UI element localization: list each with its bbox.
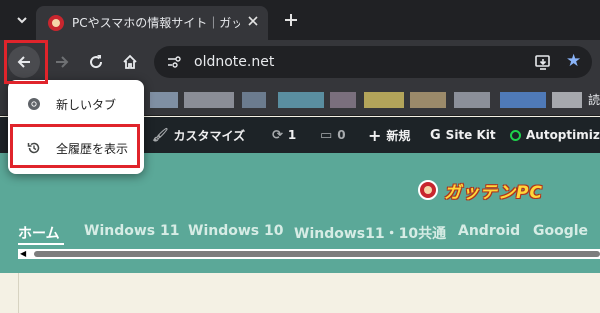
active-menu-underline — [18, 243, 64, 245]
plus-icon: + — [368, 125, 382, 145]
comments-count: 0 — [337, 128, 346, 142]
admin-bar-customize[interactable]: 🖌 カスタマイズ — [152, 117, 245, 153]
admin-bar-new[interactable]: + 新規 — [368, 117, 410, 153]
url-text[interactable]: oldnote.net — [194, 53, 274, 71]
bookmark-item[interactable] — [364, 92, 404, 108]
site-kit-label: Site Kit — [445, 128, 496, 142]
logo-text: ガッテンPC — [444, 182, 543, 203]
browser-toolbar: oldnote.net ★ — [0, 40, 600, 84]
bookmark-item[interactable] — [184, 92, 234, 108]
forward-button[interactable] — [46, 46, 78, 78]
content-divider — [18, 273, 19, 313]
address-bar[interactable]: oldnote.net ★ — [154, 46, 592, 78]
back-button-highlight — [4, 40, 48, 84]
page-content — [0, 273, 600, 313]
bookmark-item[interactable] — [330, 92, 356, 108]
menu-item-windows10[interactable]: Windows 10 — [188, 223, 283, 239]
history-item-new-tab[interactable]: 新しいタブ — [8, 86, 144, 122]
arrow-right-icon — [56, 56, 69, 68]
home-button[interactable] — [114, 46, 146, 78]
new-tab-button[interactable] — [280, 9, 302, 31]
full-history-highlight — [10, 124, 140, 168]
home-icon — [123, 54, 137, 69]
site-info-icon[interactable] — [166, 54, 182, 70]
customize-label: カスタマイズ — [173, 128, 246, 143]
tab-close-button[interactable] — [244, 14, 262, 32]
bookmark-item[interactable] — [410, 92, 446, 108]
bookmark-item[interactable] — [552, 92, 582, 108]
history-item-label: 新しいタブ — [56, 97, 117, 112]
brush-icon: 🖌 — [152, 127, 169, 143]
bookmark-item[interactable] — [242, 92, 266, 108]
menu-horizontal-scrollbar[interactable]: ◀ — [18, 249, 600, 259]
status-circle-icon — [510, 129, 521, 141]
menu-item-windows-common[interactable]: Windows11・10共通 — [294, 223, 446, 243]
site-nav-menu: ホーム Windows 11 Windows 10 Windows11・10共通… — [0, 221, 600, 245]
menu-item-windows11[interactable]: Windows 11 — [84, 223, 179, 239]
google-g-icon: G — [430, 127, 441, 143]
plus-icon — [285, 14, 297, 26]
autoptimize-label: Autoptimize — [526, 128, 600, 142]
site-favicon-icon — [48, 15, 64, 31]
chevron-down-icon — [17, 17, 27, 24]
update-icon: ⟳ — [272, 127, 283, 143]
new-label: 新規 — [386, 128, 411, 143]
menu-item-home[interactable]: ホーム — [18, 223, 60, 243]
admin-bar-autoptimize[interactable]: Autoptimize — [510, 117, 600, 153]
bookmark-item-label[interactable]: 読 — [588, 91, 600, 108]
scroll-left-icon[interactable]: ◀ — [20, 250, 26, 258]
tab-title: PCやスマホの情報サイト｜ガッテンPC — [72, 16, 240, 30]
tab-strip: PCやスマホの情報サイト｜ガッテンPC — [0, 0, 600, 40]
active-tab[interactable]: PCやスマホの情報サイト｜ガッテンPC — [36, 6, 268, 40]
admin-bar-updates[interactable]: ⟳ 1 — [272, 117, 296, 153]
menu-item-android[interactable]: Android — [458, 223, 520, 239]
menu-item-google[interactable]: Google — [533, 223, 588, 239]
comment-icon: ▭ — [320, 127, 333, 143]
scrollbar-thumb[interactable] — [34, 251, 600, 257]
bookmark-item[interactable] — [454, 92, 490, 108]
admin-bar-comments[interactable]: ▭ 0 — [320, 117, 346, 153]
bookmark-item[interactable] — [150, 92, 178, 108]
close-icon — [248, 16, 258, 26]
site-logo[interactable]: ガッテンPC — [418, 177, 543, 203]
tab-search-button[interactable] — [10, 8, 34, 32]
bookmark-item[interactable] — [278, 92, 324, 108]
install-app-icon[interactable] — [534, 53, 552, 71]
logo-mascot-icon — [418, 180, 438, 200]
admin-bar-site-kit[interactable]: G Site Kit — [430, 117, 496, 153]
reload-button[interactable] — [80, 46, 112, 78]
bookmark-star-icon[interactable]: ★ — [566, 52, 584, 70]
chrome-icon — [26, 96, 42, 112]
reload-icon — [90, 55, 103, 69]
bookmark-item[interactable] — [500, 92, 546, 108]
updates-count: 1 — [287, 128, 297, 142]
